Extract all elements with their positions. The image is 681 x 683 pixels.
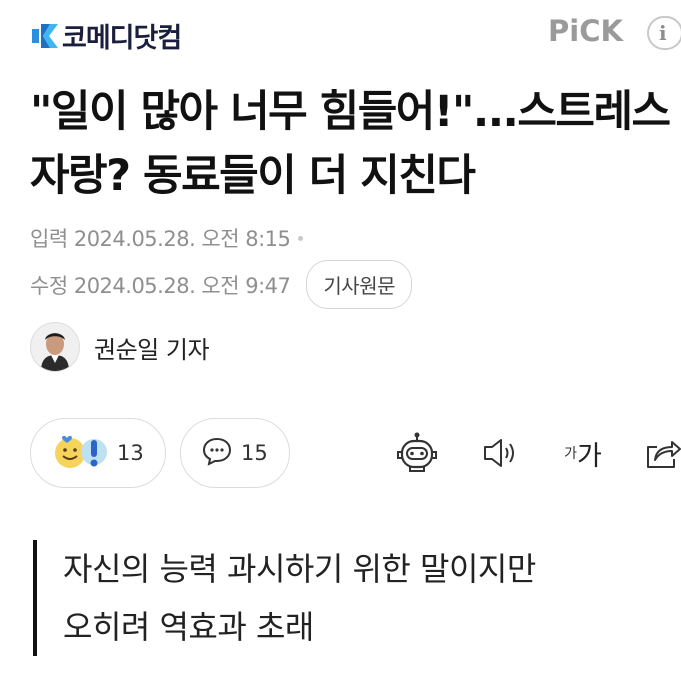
subheadline-line-2: 오히려 역효과 초래 xyxy=(63,608,314,646)
original-article-button[interactable]: 기사원문 xyxy=(306,260,412,309)
reaction-count: 13 xyxy=(117,441,144,465)
info-icon[interactable]: i xyxy=(647,16,681,50)
comment-button[interactable]: 15 xyxy=(180,418,290,488)
action-row: 13 15 가 가 xyxy=(30,418,681,488)
avatar xyxy=(30,322,80,372)
pick-badge[interactable]: PiCK xyxy=(548,14,623,48)
top-header: 코메디닷컴 PiCK i xyxy=(0,0,681,68)
article-title: "일이 많아 너무 힘들어!"...스트레스 자랑? 동료들이 더 지친다 xyxy=(30,87,671,201)
subheadline-line-1: 자신의 능력 과시하기 위한 말이지만 xyxy=(63,550,536,588)
font-size-button[interactable]: 가가 xyxy=(556,430,610,476)
modified-date: 2024.05.28. 오전 9:47 xyxy=(73,273,291,298)
input-date: 2024.05.28. 오전 8:15 xyxy=(73,227,291,251)
comment-count: 15 xyxy=(241,441,268,465)
bot-summary-icon[interactable] xyxy=(394,430,440,476)
font-size-big-label: 가 xyxy=(577,440,602,472)
brand-logo-icon xyxy=(30,20,60,52)
input-label: 입력 xyxy=(30,227,68,251)
author-row[interactable]: 권순일 기자 xyxy=(30,322,210,372)
brand-logo[interactable]: 코메디닷컴 xyxy=(30,16,182,55)
share-icon[interactable] xyxy=(642,430,681,476)
input-date-row: 입력 2024.05.28. 오전 8:15 xyxy=(30,223,304,253)
author-name: 권순일 기자 xyxy=(94,335,210,364)
speaker-icon[interactable] xyxy=(478,430,522,476)
brand-name: 코메디닷컴 xyxy=(62,23,182,54)
comment-bubble-icon xyxy=(201,435,233,471)
subheadline: 자신의 능력 과시하기 위한 말이지만 오히려 역효과 초래 xyxy=(33,540,681,656)
reaction-emoji-icon xyxy=(51,431,109,475)
reaction-button[interactable]: 13 xyxy=(30,418,166,488)
modified-date-row: 수정 2024.05.28. 오전 9:47 기사원문 xyxy=(30,260,412,309)
separator-dot xyxy=(298,235,304,241)
modified-label: 수정 xyxy=(30,273,68,298)
info-icon-text: i xyxy=(659,21,667,45)
font-size-small-label: 가 xyxy=(564,446,578,462)
